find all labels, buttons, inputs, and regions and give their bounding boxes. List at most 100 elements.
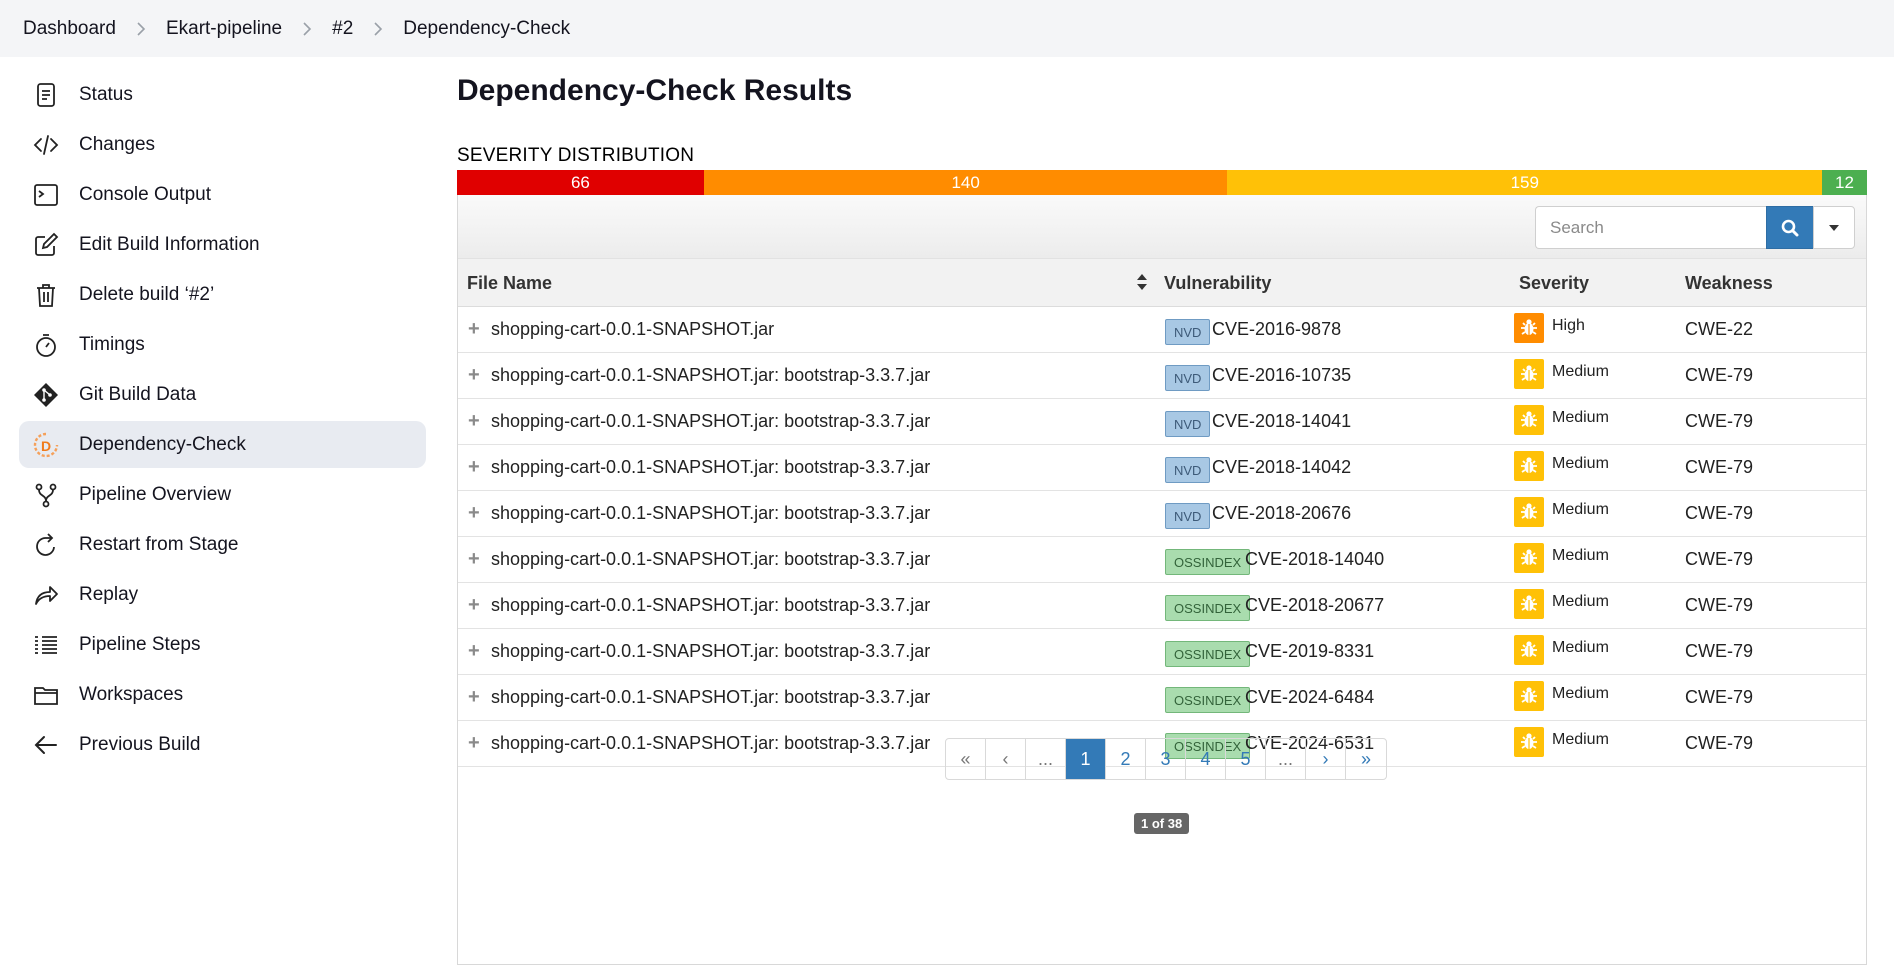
- sidebar-item-delete-build-2[interactable]: Delete build ‘#2’: [19, 271, 426, 318]
- table-row[interactable]: + shopping-cart-0.0.1-SNAPSHOT.jar: boots…: [458, 353, 1866, 399]
- sidebar-item-pipeline-overview[interactable]: Pipeline Overview: [19, 471, 426, 518]
- severity-label: High: [1552, 317, 1585, 334]
- vulnerability-id[interactable]: CVE-2018-14042: [1212, 457, 1351, 478]
- expand-icon[interactable]: +: [468, 733, 480, 753]
- table-row[interactable]: + shopping-cart-0.0.1-SNAPSHOT.jar: boots…: [458, 629, 1866, 675]
- vulnerability-id[interactable]: CVE-2024-6484: [1245, 687, 1374, 708]
- breadcrumb-dashboard[interactable]: Dashboard: [23, 18, 116, 40]
- table-header: File Name Vulnerability Severity Weaknes…: [458, 259, 1866, 307]
- table-row[interactable]: + shopping-cart-0.0.1-SNAPSHOT.jar: boots…: [458, 399, 1866, 445]
- expand-icon[interactable]: +: [468, 457, 480, 477]
- sidebar-item-status[interactable]: Status: [19, 71, 426, 118]
- pagination-item[interactable]: «: [946, 739, 986, 779]
- breadcrumb-dependency-check[interactable]: Dependency-Check: [403, 18, 570, 40]
- sidebar-item-label: Previous Build: [79, 733, 201, 755]
- pagination-item[interactable]: 3: [1146, 739, 1186, 779]
- search-button[interactable]: [1766, 206, 1814, 249]
- vulnerability-id[interactable]: CVE-2018-14041: [1212, 411, 1351, 432]
- file-name: shopping-cart-0.0.1-SNAPSHOT.jar: bootst…: [491, 549, 931, 569]
- pagination-item[interactable]: »: [1346, 739, 1386, 779]
- breadcrumb-bar: Dashboard Ekart-pipeline #2 Dependency-C…: [0, 0, 1894, 57]
- weakness-id[interactable]: CWE-22: [1685, 319, 1753, 340]
- weakness-id[interactable]: CWE-79: [1685, 687, 1753, 708]
- weakness-id[interactable]: CWE-79: [1685, 365, 1753, 386]
- sidebar-item-console-output[interactable]: Console Output: [19, 171, 426, 218]
- pagination-item[interactable]: ›: [1306, 739, 1346, 779]
- weakness-id[interactable]: CWE-79: [1685, 411, 1753, 432]
- column-severity[interactable]: Severity: [1519, 273, 1589, 294]
- column-file-name[interactable]: File Name: [467, 273, 552, 294]
- column-weakness[interactable]: Weakness: [1685, 273, 1773, 294]
- expand-icon[interactable]: +: [468, 641, 480, 661]
- vulnerability-id[interactable]: CVE-2019-8331: [1245, 641, 1374, 662]
- expand-icon[interactable]: +: [468, 595, 480, 615]
- pagination-item[interactable]: 1: [1066, 739, 1106, 779]
- table-row[interactable]: + shopping-cart-0.0.1-SNAPSHOT.jar: boots…: [458, 583, 1866, 629]
- expand-icon[interactable]: +: [468, 549, 480, 569]
- search-input[interactable]: [1535, 206, 1766, 249]
- weakness-id[interactable]: CWE-79: [1685, 641, 1753, 662]
- search-icon: [1781, 219, 1799, 236]
- expand-icon[interactable]: +: [468, 411, 480, 431]
- table-row[interactable]: + shopping-cart-0.0.1-SNAPSHOT.jar NVD CVE-…: [458, 307, 1866, 353]
- git-icon: [33, 382, 59, 408]
- severity-label: Medium: [1552, 731, 1609, 748]
- expand-icon[interactable]: +: [468, 503, 480, 523]
- expand-icon[interactable]: +: [468, 365, 480, 385]
- sidebar-item-dependency-check[interactable]: D Dependency-Check: [19, 421, 426, 468]
- sidebar: Status Changes Console Output Edit Build In…: [19, 71, 426, 771]
- file-name: shopping-cart-0.0.1-SNAPSHOT.jar: bootst…: [491, 411, 931, 431]
- pagination-item[interactable]: ...: [1266, 739, 1306, 779]
- trash-icon: [33, 282, 59, 308]
- sidebar-item-workspaces[interactable]: Workspaces: [19, 671, 426, 718]
- vulnerability-id[interactable]: CVE-2018-20676: [1212, 503, 1351, 524]
- vulnerability-id[interactable]: CVE-2018-20677: [1245, 595, 1384, 616]
- weakness-id[interactable]: CWE-79: [1685, 503, 1753, 524]
- severity-segment: 159: [1227, 170, 1823, 195]
- sidebar-item-git-build-data[interactable]: Git Build Data: [19, 371, 426, 418]
- pagination-item[interactable]: 2: [1106, 739, 1146, 779]
- columns-dropdown-button[interactable]: [1813, 206, 1855, 249]
- vulnerability-id[interactable]: CVE-2018-14040: [1245, 549, 1384, 570]
- list-icon: [33, 632, 59, 658]
- expand-icon[interactable]: +: [468, 687, 480, 707]
- pagination-item[interactable]: ‹: [986, 739, 1026, 779]
- table-row[interactable]: + shopping-cart-0.0.1-SNAPSHOT.jar: boots…: [458, 537, 1866, 583]
- pagination-item[interactable]: 4: [1186, 739, 1226, 779]
- restart-icon: [33, 532, 59, 558]
- table-row[interactable]: + shopping-cart-0.0.1-SNAPSHOT.jar: boots…: [458, 675, 1866, 721]
- sidebar-item-label: Git Build Data: [79, 383, 197, 405]
- weakness-id[interactable]: CWE-79: [1685, 733, 1753, 754]
- sidebar-item-label: Delete build ‘#2’: [79, 283, 215, 305]
- breadcrumb-pipeline[interactable]: Ekart-pipeline: [166, 18, 282, 40]
- column-vulnerability[interactable]: Vulnerability: [1164, 273, 1271, 294]
- weakness-id[interactable]: CWE-79: [1685, 549, 1753, 570]
- weakness-id[interactable]: CWE-79: [1685, 595, 1753, 616]
- bug-icon: [1514, 313, 1544, 343]
- source-badge: NVD: [1165, 319, 1211, 345]
- pagination-item[interactable]: 5: [1226, 739, 1266, 779]
- sidebar-item-edit-build-information[interactable]: Edit Build Information: [19, 221, 426, 268]
- expand-icon[interactable]: +: [468, 319, 480, 339]
- weakness-id[interactable]: CWE-79: [1685, 457, 1753, 478]
- folder-icon: [33, 682, 59, 708]
- vulnerability-id[interactable]: CVE-2016-9878: [1212, 319, 1341, 340]
- sidebar-item-previous-build[interactable]: Previous Build: [19, 721, 426, 768]
- table-body: + shopping-cart-0.0.1-SNAPSHOT.jar NVD CVE-…: [458, 307, 1866, 767]
- sidebar-item-replay[interactable]: Replay: [19, 571, 426, 618]
- severity-distribution-bar: 66 140 159 12: [457, 170, 1867, 195]
- breadcrumb-build[interactable]: #2: [332, 18, 353, 40]
- vulnerability-id[interactable]: CVE-2016-10735: [1212, 365, 1351, 386]
- pagination-item[interactable]: ...: [1026, 739, 1066, 779]
- edit-icon: [33, 232, 59, 258]
- sidebar-item-restart-from-stage[interactable]: Restart from Stage: [19, 521, 426, 568]
- sidebar-item-timings[interactable]: Timings: [19, 321, 426, 368]
- table-row[interactable]: + shopping-cart-0.0.1-SNAPSHOT.jar: boots…: [458, 491, 1866, 537]
- dependency-check-icon: D: [33, 432, 59, 458]
- pagination: «‹... 1 2 3 4 5... ›»: [945, 738, 1387, 780]
- sidebar-item-changes[interactable]: Changes: [19, 121, 426, 168]
- sort-icon[interactable]: [1136, 273, 1148, 296]
- table-row[interactable]: + shopping-cart-0.0.1-SNAPSHOT.jar: boots…: [458, 445, 1866, 491]
- chevron-right-icon: [136, 21, 146, 36]
- sidebar-item-pipeline-steps[interactable]: Pipeline Steps: [19, 621, 426, 668]
